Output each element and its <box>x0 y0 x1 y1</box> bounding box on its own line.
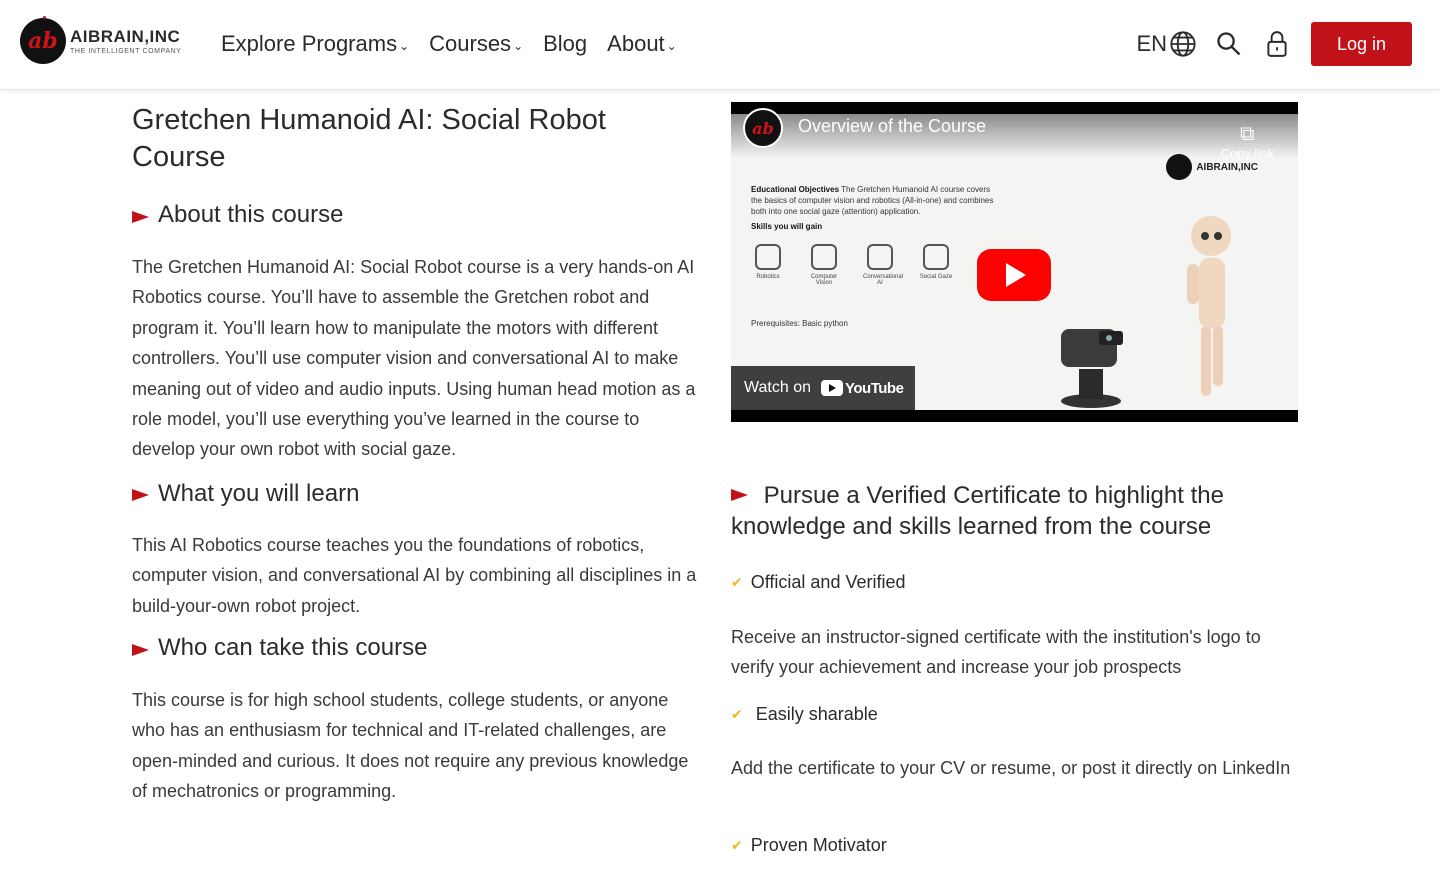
video-title[interactable]: Overview of the Course <box>798 116 986 137</box>
audience-paragraph: This course is for high school students,… <box>132 690 689 802</box>
search-icon <box>1217 32 1241 56</box>
skill-item: Social Gaze <box>919 244 953 286</box>
nav-explore-programs[interactable]: Explore Programs ⌄ <box>221 31 409 57</box>
section-heading-about: About this course <box>132 201 702 229</box>
watch-on-youtube-button[interactable]: Watch on YouTube <box>731 366 915 410</box>
channel-avatar[interactable]: ab <box>743 108 783 148</box>
language-selector[interactable]: EN <box>1136 30 1197 58</box>
skill-item: Robotics <box>751 244 785 286</box>
video-top-bar: ab Overview of the Course ⧉ Copy link <box>731 102 1298 161</box>
language-label: EN <box>1136 31 1167 56</box>
humanoid-figure-image <box>1187 216 1231 396</box>
slide-heading: Educational Objectives <box>751 185 840 194</box>
slide-skills: Robotics Computer Vision Conversational … <box>751 244 953 286</box>
triangle-bullet-icon <box>132 489 149 502</box>
nav-blog[interactable]: Blog <box>543 31 587 57</box>
search-button[interactable] <box>1215 30 1243 58</box>
chevron-down-icon: ⌄ <box>513 39 524 53</box>
login-button[interactable]: Log in <box>1311 22 1412 66</box>
video-brand-name: AIBRAIN,INC <box>1196 161 1258 173</box>
section-heading-label: What you will learn <box>158 479 360 507</box>
youtube-label: YouTube <box>845 379 904 397</box>
nav-label: About <box>607 31 665 56</box>
course-sidebar: AIBRAIN,INC Educational Objectives The G… <box>731 102 1298 855</box>
camera-icon <box>811 244 837 270</box>
skill-item: Computer Vision <box>807 244 841 286</box>
logo-name: AIBRAIN,INC <box>70 26 181 46</box>
main-nav: Explore Programs ⌄ Courses ⌄ Blog About ⌄ <box>221 31 697 57</box>
logo-mark-icon: ab <box>20 16 66 64</box>
check-icon: ✔ <box>731 706 743 722</box>
globe-icon <box>1170 31 1196 57</box>
check-icon: ✔ <box>731 574 743 590</box>
slide-prereq: Prerequisites: Basic python <box>751 319 848 328</box>
cart-button[interactable] <box>1263 30 1291 58</box>
triangle-bullet-icon <box>731 489 748 502</box>
benefit-title: Easily sharable <box>755 704 878 724</box>
play-button[interactable] <box>977 249 1051 301</box>
slide-skills-heading: Skills you will gain <box>751 222 823 231</box>
skill-label: Social Gaze <box>919 274 953 280</box>
gaze-icon <box>923 244 949 270</box>
header-tools: EN Log in <box>1136 22 1412 66</box>
section-heading-label: About this course <box>158 201 344 228</box>
certificate-heading-label: Pursue a Verified Certificate to highlig… <box>731 482 1224 540</box>
youtube-play-icon <box>821 380 843 396</box>
robot-icon <box>755 244 781 270</box>
cert-benefit-title: ✔ Official and Verified <box>731 572 906 593</box>
copy-link-button[interactable]: ⧉ Copy link <box>1221 122 1274 162</box>
video-embed[interactable]: AIBRAIN,INC Educational Objectives The G… <box>731 102 1298 422</box>
skill-label: Computer Vision <box>810 274 838 286</box>
certificate-heading: Pursue a Verified Certificate to highlig… <box>731 480 1298 542</box>
nav-label: Explore Programs <box>221 31 398 56</box>
nav-label: Blog <box>543 31 588 56</box>
course-description: Gretchen Humanoid AI: Social Robot Cours… <box>132 102 702 807</box>
chevron-down-icon: ⌄ <box>399 39 410 53</box>
chat-icon <box>867 244 893 270</box>
skill-item: Conversational AI <box>863 244 903 286</box>
benefit-title: Proven Motivator <box>750 835 887 855</box>
skill-label: Conversational AI <box>863 274 904 286</box>
site-header: ab AIBRAIN,INC THE INTELLIGENT COMPANY E… <box>0 0 1440 90</box>
skill-label: Robotics <box>756 274 780 280</box>
logo-tagline: THE INTELLIGENT COMPANY <box>70 47 182 55</box>
brand-logo[interactable]: ab AIBRAIN,INC THE INTELLIGENT COMPANY <box>20 16 182 64</box>
nav-label: Courses <box>429 31 512 56</box>
lock-icon <box>1267 31 1287 57</box>
section-heading-learn: What you will learn <box>132 480 702 508</box>
watch-on-label: Watch on <box>744 379 811 396</box>
learn-paragraph: This AI Robotics course teaches you the … <box>132 534 697 616</box>
section-heading-audience: Who can take this course <box>132 634 702 662</box>
nav-about[interactable]: About ⌄ <box>607 31 677 57</box>
logo-text: AIBRAIN,INC THE INTELLIGENT COMPANY <box>70 28 182 55</box>
about-paragraph: The Gretchen Humanoid AI: Social Robot c… <box>132 257 696 460</box>
slide-text: Educational Objectives The Gretchen Huma… <box>751 184 1001 232</box>
youtube-logo: YouTube <box>821 379 904 397</box>
triangle-bullet-icon <box>132 210 149 223</box>
page-title: Gretchen Humanoid AI: Social Robot Cours… <box>132 104 606 173</box>
copy-icon: ⧉ <box>1240 123 1255 145</box>
chevron-down-icon: ⌄ <box>666 39 677 53</box>
cert-benefit-body: Add the certificate to your CV or resume… <box>731 758 1291 778</box>
benefit-title: Official and Verified <box>750 572 906 592</box>
cert-benefit-title: ✔ Easily sharable <box>731 704 878 725</box>
robot-head-image <box>1061 329 1123 408</box>
section-heading-label: Who can take this course <box>158 634 428 662</box>
nav-courses[interactable]: Courses ⌄ <box>429 31 523 57</box>
triangle-bullet-icon <box>132 643 149 656</box>
copy-link-label: Copy link <box>1220 146 1274 161</box>
cert-benefit-body: Receive an instructor-signed certificate… <box>731 627 1261 678</box>
cert-benefit-title: ✔ Proven Motivator <box>731 835 887 856</box>
check-icon: ✔ <box>731 837 743 853</box>
